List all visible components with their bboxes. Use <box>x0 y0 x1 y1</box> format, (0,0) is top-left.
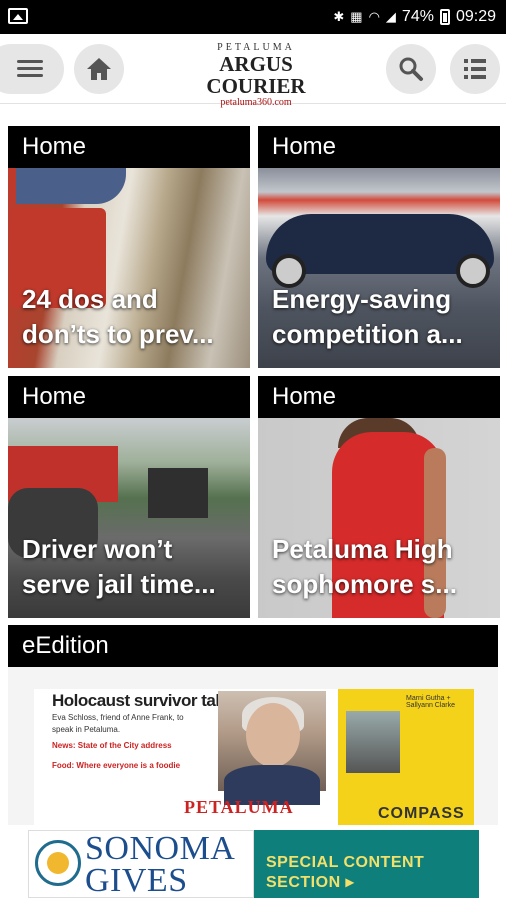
paper-masthead: PETALUMA <box>184 797 294 817</box>
card-category: Home <box>258 376 500 418</box>
seal-icon <box>35 840 81 886</box>
logo-url: petaluma360.com <box>220 97 292 108</box>
app-bar: PETALUMA ARGUS COURIER petaluma360.com <box>0 34 506 108</box>
volte-icon: ▦ <box>350 9 363 24</box>
status-bar: ✱ ▦ ◠ ◢ 74% 09:29 <box>0 0 506 34</box>
search-icon <box>399 57 423 81</box>
paper-ad: Marni Gutha + Sallyann Clarke COMPASS <box>338 689 474 825</box>
paper-line: Eva Schloss, friend of Anne Frank, to <box>52 713 184 722</box>
bluetooth-icon: ✱ <box>333 9 345 24</box>
list-icon <box>464 59 486 79</box>
paper-portrait-photo <box>218 691 326 805</box>
paper-headline: Holocaust survivor talk <box>52 691 229 710</box>
home-icon <box>87 58 111 80</box>
sections-button[interactable] <box>450 44 500 94</box>
battery-icon <box>439 9 450 25</box>
wifi-icon: ◠ <box>368 9 380 24</box>
hamburger-icon <box>17 60 43 78</box>
eedition-label: eEdition <box>8 625 498 667</box>
ad-brand: COMPASS <box>378 805 465 822</box>
card-category: Home <box>8 376 250 418</box>
banner-ad-cta[interactable]: SPECIAL CONTENT SECTION ▸ <box>266 854 479 892</box>
home-button[interactable] <box>74 44 124 94</box>
banner-ad-brand-panel: SONOMA GIVES <box>28 830 254 898</box>
battery-percent: 74% <box>401 8 434 25</box>
ad-photo <box>346 711 400 773</box>
eedition-card[interactable]: eEdition Holocaust survivor talk Eva Sch… <box>8 625 498 825</box>
card-headline: 24 dos and don’ts to prev... <box>22 284 214 349</box>
card-category: Home <box>258 126 500 168</box>
ad-names: Marni Gutha + Sallyann Clarke <box>406 695 456 709</box>
banner-ad-brand: SONOMA GIVES <box>85 830 236 899</box>
menu-button[interactable] <box>0 44 64 94</box>
paper-line: Food: Where everyone is a foodie <box>52 761 181 770</box>
card-category: Home <box>8 126 250 168</box>
logo-main-text: ARGUS COURIER <box>206 52 306 98</box>
paper-line: speak in Petaluma. <box>52 725 121 734</box>
story-card[interactable]: Home Driver won’t serve jail time... <box>8 376 250 618</box>
banner-ad[interactable]: SONOMA GIVES SPECIAL CONTENT SECTION ▸ <box>28 830 479 898</box>
eedition-front-page: Holocaust survivor talk Eva Schloss, fri… <box>34 689 474 825</box>
card-headline: Energy-saving competition a... <box>272 284 463 349</box>
story-card[interactable]: Home Energy-saving competition a... <box>258 126 500 368</box>
story-card[interactable]: Home Petaluma High sophomore s... <box>258 376 500 618</box>
banner-brand-line1: SONOMA <box>85 830 236 867</box>
clock: 09:29 <box>455 8 496 25</box>
paper-line: News: State of the City address <box>52 741 172 750</box>
search-button[interactable] <box>386 44 436 94</box>
card-headline: Driver won’t serve jail time... <box>22 534 216 599</box>
argus-courier-logo[interactable]: PETALUMA ARGUS COURIER petaluma360.com <box>168 42 344 108</box>
status-icons: ✱ ▦ ◠ ◢ 74% 09:29 <box>333 0 496 34</box>
signal-icon: ◢ <box>385 9 396 24</box>
image-icon <box>8 8 28 24</box>
banner-brand-line2: GIVES <box>85 862 188 899</box>
card-headline: Petaluma High sophomore s... <box>272 534 457 599</box>
story-card[interactable]: Home 24 dos and don’ts to prev... <box>8 126 250 368</box>
